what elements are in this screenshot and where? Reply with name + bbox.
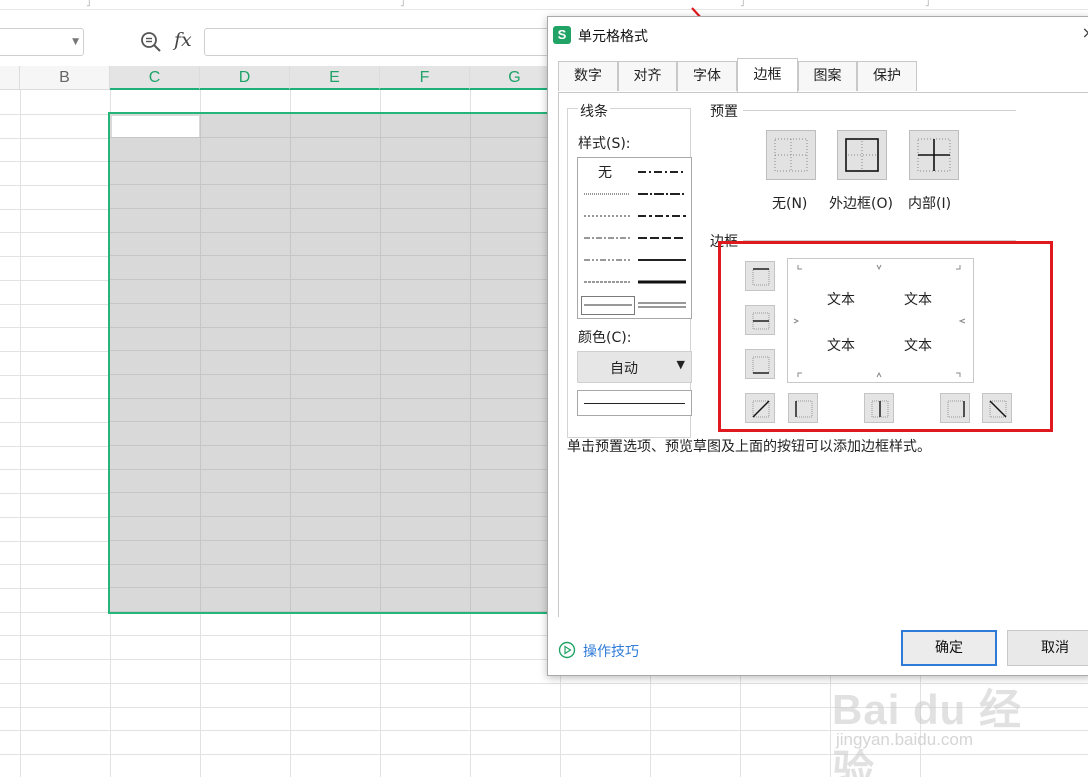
close-icon[interactable]: × xyxy=(1082,23,1088,42)
ruler-strip: ˩ ˩ ˩ ˩ xyxy=(0,0,1088,10)
line-style-label: 样式(S): xyxy=(576,133,633,153)
tab-protection[interactable]: 保护 xyxy=(857,61,917,91)
border-outline-icon xyxy=(845,138,879,172)
column-header-d[interactable]: D xyxy=(200,66,290,90)
ok-button[interactable]: 确定 xyxy=(901,630,997,666)
color-dropdown[interactable]: 自动 ▼ xyxy=(577,351,692,383)
preset-group-title: 预置 xyxy=(708,101,740,121)
line-group-title: 线条 xyxy=(578,101,610,121)
tab-font[interactable]: 字体 xyxy=(677,61,737,91)
border-inside-icon xyxy=(917,138,951,172)
preset-inside-button[interactable] xyxy=(909,130,959,180)
app-logo-icon: S xyxy=(553,26,571,44)
preset-inside-label: 内部(I) xyxy=(908,196,952,212)
preset-outline-label: 外边框(O) xyxy=(829,196,893,212)
column-header-c[interactable]: C xyxy=(110,66,200,90)
tab-alignment[interactable]: 对齐 xyxy=(618,61,677,91)
preset-outline-button[interactable] xyxy=(837,130,887,180)
tips-link-label[interactable]: 操作技巧 xyxy=(583,641,639,661)
preset-none-label: 无(N) xyxy=(772,196,808,212)
zoom-icon[interactable] xyxy=(140,31,162,53)
preset-group-divider xyxy=(743,110,1016,111)
name-box[interactable]: ▼ xyxy=(0,28,84,56)
play-circle-icon[interactable] xyxy=(558,641,576,659)
border-none-icon xyxy=(774,138,808,172)
annotation-highlight-box xyxy=(718,241,1053,432)
watermark-url: jingyan.baidu.com xyxy=(836,730,974,749)
hint-text: 单击预置选项、预览草图及上面的按钮可以添加边框样式。 xyxy=(567,439,931,455)
color-label: 颜色(C): xyxy=(576,327,634,347)
preset-none-button[interactable] xyxy=(766,130,816,180)
dialog-title: 单元格格式 xyxy=(578,29,648,45)
column-header-f[interactable]: F xyxy=(380,66,470,90)
column-gridline xyxy=(20,90,21,777)
watermark-logo: Bai du 经验 xyxy=(832,686,1023,777)
dialog-titlebar[interactable]: S 单元格格式 × xyxy=(548,17,1088,53)
watermark: Bai du 经验 jingyan.baidu.com xyxy=(832,664,1042,777)
caret-down-icon[interactable]: ▼ xyxy=(677,358,685,371)
column-header-b[interactable]: B xyxy=(20,66,110,90)
color-preview xyxy=(577,390,692,416)
line-style-list[interactable]: 无 xyxy=(577,157,692,319)
tab-pattern[interactable]: 图案 xyxy=(798,61,857,91)
cancel-button[interactable]: 取消 xyxy=(1007,630,1088,666)
selection-border xyxy=(108,112,558,614)
formula-icon[interactable]: fx xyxy=(174,29,192,51)
color-dropdown-value: 自动 xyxy=(610,361,638,377)
column-header-e[interactable]: E xyxy=(290,66,380,90)
tab-number[interactable]: 数字 xyxy=(558,61,618,91)
format-cells-dialog: S 单元格格式 × 数字 对齐 字体 边框 图案 保护 线条 样式(S): 无 xyxy=(547,16,1088,676)
line-style-selected[interactable] xyxy=(581,296,635,315)
tab-border[interactable]: 边框 xyxy=(737,58,798,92)
chevron-down-icon[interactable]: ▼ xyxy=(72,37,79,47)
column-header-a[interactable] xyxy=(0,66,20,90)
